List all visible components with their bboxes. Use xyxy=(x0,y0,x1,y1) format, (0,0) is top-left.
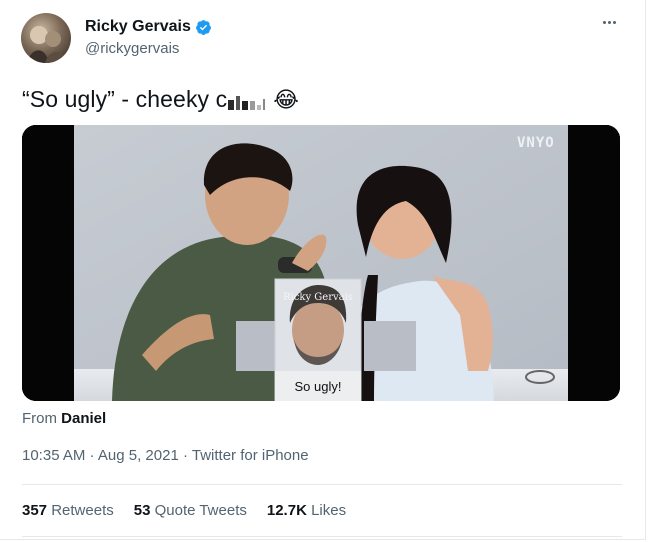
tweet-text-content: “So ugly” - cheeky c xyxy=(22,86,228,112)
tweet-meta: 10:35 AM · Aug 5, 2021 · Twitter for iPh… xyxy=(22,447,309,464)
tweet-source[interactable]: Twitter for iPhone xyxy=(192,447,309,464)
author-display-name[interactable]: Ricky Gervais xyxy=(85,18,191,36)
verified-badge-icon xyxy=(195,19,211,35)
censor-blocks xyxy=(228,90,267,110)
meta-separator: · xyxy=(178,447,192,464)
quotes-label: Quote Tweets xyxy=(154,502,247,519)
quote-tweets-stat[interactable]: 53 Quote Tweets xyxy=(134,502,247,519)
tweet-card: Ricky Gervais @rickygervais “So ugly” - … xyxy=(0,0,646,540)
attribution-name[interactable]: Daniel xyxy=(61,410,106,427)
likes-stat[interactable]: 12.7K Likes xyxy=(267,502,346,519)
video-watermark: VNYO xyxy=(517,135,555,151)
avatar-image xyxy=(27,26,67,63)
media-attribution: From Daniel xyxy=(22,410,106,427)
author-name-row[interactable]: Ricky Gervais xyxy=(85,18,212,36)
tweet-timestamp[interactable]: 10:35 AM · Aug 5, 2021 xyxy=(22,447,179,464)
inset-caption-top: Ricky Gervais xyxy=(283,292,353,303)
video-frame xyxy=(22,125,620,401)
retweets-count: 357 xyxy=(22,502,48,519)
avatar[interactable] xyxy=(21,13,71,63)
likes-count: 12.7K xyxy=(266,502,307,519)
author-handle[interactable]: @rickygervais xyxy=(85,40,179,57)
tweet-stats: 357 Retweets 53 Quote Tweets 12.7K Likes xyxy=(22,502,346,519)
quotes-count: 53 xyxy=(133,502,151,519)
retweets-stat[interactable]: 357 Retweets xyxy=(22,502,114,519)
inset-caption-bottom: So ugly! xyxy=(294,379,342,394)
tweet-video[interactable]: VNYO Ricky Gervais So ugly! xyxy=(22,125,620,401)
tears-of-joy-emoji-icon: 😂 xyxy=(273,86,300,112)
retweets-label: Retweets xyxy=(51,502,114,519)
divider xyxy=(22,484,622,485)
divider xyxy=(22,536,622,537)
tweet-text: “So ugly” - cheeky c 😂 xyxy=(22,86,299,113)
more-options-icon[interactable] xyxy=(596,12,622,32)
likes-label: Likes xyxy=(311,502,347,519)
attribution-prefix: From xyxy=(22,410,57,427)
